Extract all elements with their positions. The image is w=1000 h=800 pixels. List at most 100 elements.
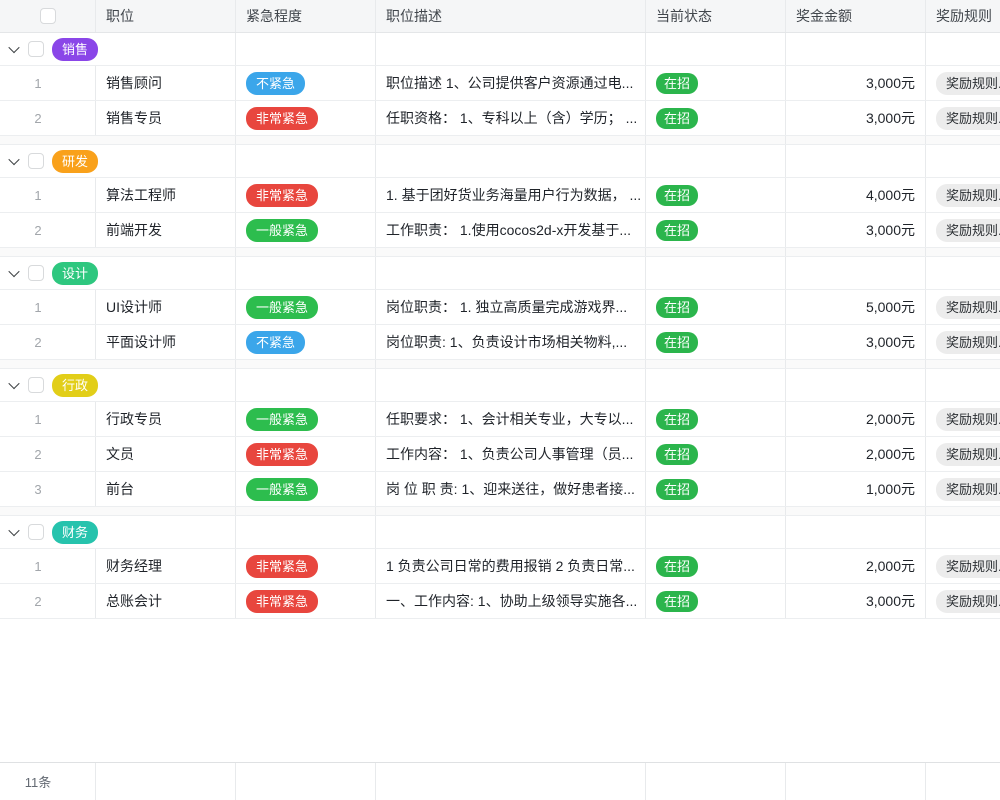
description-cell[interactable]: 一、工作内容: 1、协助上级领导实施各...	[375, 584, 645, 618]
position-cell[interactable]: 文员	[95, 437, 235, 471]
bonus-amount-cell[interactable]: 5,000元	[785, 290, 925, 324]
status-cell[interactable]: 在招	[645, 290, 785, 324]
row-number-cell: 2	[0, 101, 95, 135]
description-cell[interactable]: 1 负责公司日常的费用报销 2 负责日常...	[375, 549, 645, 583]
gap-cell	[235, 360, 375, 368]
gap-cell	[0, 136, 235, 144]
table-row: 1算法工程师非常紧急1. 基于团好货业务海量用户行为数据， ...在招4,000…	[0, 178, 1000, 213]
position-cell[interactable]: UI设计师	[95, 290, 235, 324]
table-row: 1行政专员一般紧急任职要求： 1、会计相关专业，大专以...在招2,000元奖励…	[0, 402, 1000, 437]
description-cell[interactable]: 职位描述 1、公司提供客户资源通过电...	[375, 66, 645, 100]
urgency-cell[interactable]: 不紧急	[235, 325, 375, 359]
position-cell[interactable]: 行政专员	[95, 402, 235, 436]
description-cell[interactable]: 岗位职责: 1、负责设计市场相关物料,...	[375, 325, 645, 359]
reward-rule-cell[interactable]: 奖励规则.	[925, 66, 1000, 100]
status-cell[interactable]: 在招	[645, 472, 785, 506]
group-checkbox[interactable]	[28, 377, 44, 393]
group-empty-cell	[235, 369, 375, 401]
footer-cell	[375, 763, 645, 800]
reward-rule-cell[interactable]: 奖励规则.	[925, 584, 1000, 618]
gap-cell	[0, 360, 235, 368]
group-checkbox[interactable]	[28, 153, 44, 169]
chevron-down-icon[interactable]	[8, 525, 19, 536]
status-cell[interactable]: 在招	[645, 402, 785, 436]
status-cell[interactable]: 在招	[645, 101, 785, 135]
group-checkbox[interactable]	[28, 524, 44, 540]
description-cell[interactable]: 工作职责： 1.使用cocos2d-x开发基于...	[375, 213, 645, 247]
group-empty-cell	[645, 516, 785, 548]
column-header-status[interactable]: 当前状态	[645, 0, 785, 32]
description-cell[interactable]: 工作内容： 1、负责公司人事管理（员...	[375, 437, 645, 471]
urgency-cell[interactable]: 一般紧急	[235, 402, 375, 436]
group-badge: 财务	[52, 521, 98, 544]
description-cell[interactable]: 任职资格： 1、专科以上（含）学历； ...	[375, 101, 645, 135]
status-cell[interactable]: 在招	[645, 325, 785, 359]
reward-rule-cell[interactable]: 奖励规则.	[925, 178, 1000, 212]
group-gap	[0, 136, 1000, 145]
urgency-cell[interactable]: 一般紧急	[235, 213, 375, 247]
status-cell[interactable]: 在招	[645, 178, 785, 212]
column-header-bonus[interactable]: 奖金金额	[785, 0, 925, 32]
column-header-description[interactable]: 职位描述	[375, 0, 645, 32]
reward-rule-chip: 奖励规则.	[936, 296, 1000, 319]
reward-rule-cell[interactable]: 奖励规则.	[925, 437, 1000, 471]
bonus-amount-cell[interactable]: 2,000元	[785, 549, 925, 583]
bonus-amount-cell[interactable]: 3,000元	[785, 101, 925, 135]
urgency-cell[interactable]: 非常紧急	[235, 437, 375, 471]
status-cell[interactable]: 在招	[645, 584, 785, 618]
reward-rule-chip: 奖励规则.	[936, 590, 1000, 613]
position-cell[interactable]: 平面设计师	[95, 325, 235, 359]
bonus-amount-cell[interactable]: 3,000元	[785, 213, 925, 247]
bonus-amount-cell[interactable]: 3,000元	[785, 325, 925, 359]
position-cell[interactable]: 销售专员	[95, 101, 235, 135]
reward-rule-cell[interactable]: 奖励规则.	[925, 101, 1000, 135]
urgency-cell[interactable]: 一般紧急	[235, 290, 375, 324]
urgency-cell[interactable]: 非常紧急	[235, 549, 375, 583]
group-checkbox[interactable]	[28, 41, 44, 57]
urgency-cell[interactable]: 非常紧急	[235, 178, 375, 212]
bonus-amount-cell[interactable]: 3,000元	[785, 584, 925, 618]
status-cell[interactable]: 在招	[645, 549, 785, 583]
group-checkbox[interactable]	[28, 265, 44, 281]
position-cell[interactable]: 财务经理	[95, 549, 235, 583]
column-header-urgency[interactable]: 紧急程度	[235, 0, 375, 32]
bonus-amount-cell[interactable]: 2,000元	[785, 437, 925, 471]
bonus-amount-cell[interactable]: 3,000元	[785, 66, 925, 100]
urgency-cell[interactable]: 不紧急	[235, 66, 375, 100]
status-cell[interactable]: 在招	[645, 66, 785, 100]
position-cell[interactable]: 销售顾问	[95, 66, 235, 100]
urgency-cell[interactable]: 非常紧急	[235, 584, 375, 618]
chevron-down-icon[interactable]	[8, 154, 19, 165]
status-cell[interactable]: 在招	[645, 213, 785, 247]
position-cell[interactable]: 算法工程师	[95, 178, 235, 212]
description-cell[interactable]: 任职要求： 1、会计相关专业，大专以...	[375, 402, 645, 436]
status-badge: 在招	[656, 591, 698, 612]
chevron-down-icon[interactable]	[8, 42, 19, 53]
description-cell[interactable]: 1. 基于团好货业务海量用户行为数据， ...	[375, 178, 645, 212]
chevron-down-icon[interactable]	[8, 378, 19, 389]
reward-rule-chip: 奖励规则.	[936, 184, 1000, 207]
reward-rule-cell[interactable]: 奖励规则.	[925, 472, 1000, 506]
select-all-checkbox[interactable]	[40, 8, 56, 24]
bonus-amount-cell[interactable]: 2,000元	[785, 402, 925, 436]
reward-rule-chip: 奖励规则.	[936, 331, 1000, 354]
description-cell[interactable]: 岗位职责： 1. 独立高质量完成游戏界...	[375, 290, 645, 324]
column-header-reward-rule[interactable]: 奖励规则	[925, 0, 1000, 32]
description-cell[interactable]: 岗 位 职 责: 1、迎来送往，做好患者接...	[375, 472, 645, 506]
reward-rule-cell[interactable]: 奖励规则.	[925, 549, 1000, 583]
reward-rule-cell[interactable]: 奖励规则.	[925, 290, 1000, 324]
position-cell[interactable]: 前端开发	[95, 213, 235, 247]
bonus-amount-cell[interactable]: 4,000元	[785, 178, 925, 212]
urgency-cell[interactable]: 一般紧急	[235, 472, 375, 506]
status-badge: 在招	[656, 108, 698, 129]
reward-rule-cell[interactable]: 奖励规则.	[925, 213, 1000, 247]
position-cell[interactable]: 总账会计	[95, 584, 235, 618]
position-cell[interactable]: 前台	[95, 472, 235, 506]
status-cell[interactable]: 在招	[645, 437, 785, 471]
urgency-cell[interactable]: 非常紧急	[235, 101, 375, 135]
reward-rule-cell[interactable]: 奖励规则.	[925, 402, 1000, 436]
chevron-down-icon[interactable]	[8, 266, 19, 277]
bonus-amount-cell[interactable]: 1,000元	[785, 472, 925, 506]
column-header-position[interactable]: 职位	[95, 0, 235, 32]
reward-rule-cell[interactable]: 奖励规则.	[925, 325, 1000, 359]
